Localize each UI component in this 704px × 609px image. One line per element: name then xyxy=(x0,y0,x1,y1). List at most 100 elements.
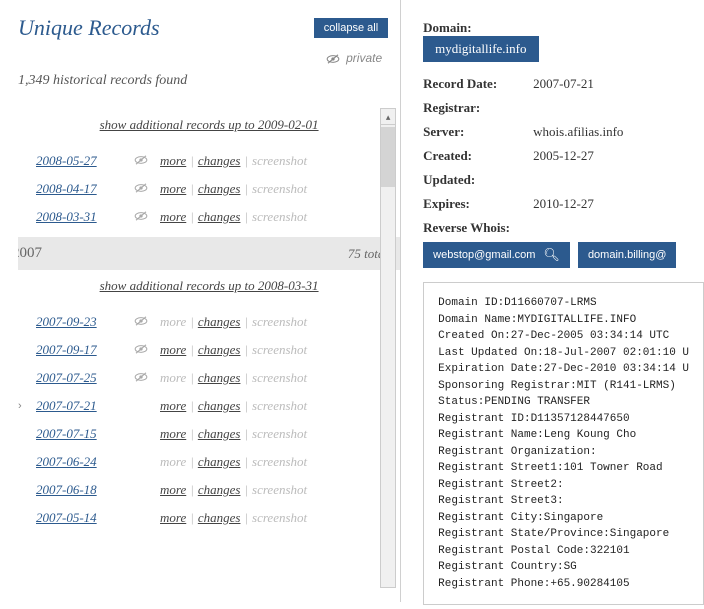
record-actions: more|changes|screenshot xyxy=(160,510,307,526)
reverse-whois-button[interactable]: webstop@gmail.com 🔍︎ xyxy=(423,242,570,268)
record-date-link[interactable]: 2007-07-21 xyxy=(36,398,126,414)
records-panel: Unique Records collapse all private 1,34… xyxy=(0,0,401,602)
screenshot-link: screenshot xyxy=(252,398,307,413)
more-link[interactable]: more xyxy=(160,153,186,168)
record-row: 2007-06-24 more|changes|screenshot xyxy=(18,448,400,476)
record-date-link[interactable]: 2007-09-23 xyxy=(36,314,126,330)
more-link[interactable]: more xyxy=(160,426,186,441)
record-row: 2007-09-23 more|changes|screenshot xyxy=(18,308,400,336)
privacy-icon-col xyxy=(134,371,152,385)
field-label: Record Date: xyxy=(423,76,533,92)
detail-panel: Domain: mydigitallife.info Record Date:2… xyxy=(401,0,704,602)
record-date-link[interactable]: 2007-07-15 xyxy=(36,426,126,442)
scroll-thumb[interactable] xyxy=(381,127,395,187)
changes-link[interactable]: changes xyxy=(198,398,241,413)
privacy-icon-col xyxy=(134,182,152,196)
screenshot-link: screenshot xyxy=(252,342,307,357)
more-link[interactable]: more xyxy=(160,398,186,413)
screenshot-link: screenshot xyxy=(252,454,307,469)
eye-slash-icon xyxy=(134,343,148,353)
record-date-link[interactable]: 2008-04-17 xyxy=(36,181,126,197)
field-label: Server: xyxy=(423,124,533,140)
scroll-up-button[interactable]: ▴ xyxy=(381,109,395,125)
more-link[interactable]: more xyxy=(160,510,186,525)
changes-link[interactable]: changes xyxy=(198,426,241,441)
field-label: Updated: xyxy=(423,172,533,188)
screenshot-link: screenshot xyxy=(252,209,307,224)
record-actions: more|changes|screenshot xyxy=(160,398,307,414)
eye-slash-icon xyxy=(134,315,148,325)
record-date-link[interactable]: 2008-05-27 xyxy=(36,153,126,169)
changes-link[interactable]: changes xyxy=(198,342,241,357)
collapse-all-button[interactable]: collapse all xyxy=(314,18,388,38)
record-date-link[interactable]: 2007-06-24 xyxy=(36,454,126,470)
more-link: more xyxy=(160,314,186,329)
privacy-icon-col xyxy=(134,210,152,224)
eye-slash-icon xyxy=(134,210,148,220)
privacy-icon-col xyxy=(134,315,152,329)
record-row: 2008-05-27 more|changes|screenshot xyxy=(18,147,400,175)
record-date-link[interactable]: 2008-03-31 xyxy=(36,209,126,225)
record-date-link[interactable]: 2007-05-14 xyxy=(36,510,126,526)
detail-field: Record Date:2007-07-21 xyxy=(423,76,704,92)
record-actions: more|changes|screenshot xyxy=(160,153,307,169)
changes-link[interactable]: changes xyxy=(198,510,241,525)
show-additional-link[interactable]: show additional records up to 2009-02-01 xyxy=(18,117,400,133)
eye-slash-icon xyxy=(134,182,148,192)
changes-link[interactable]: changes xyxy=(198,209,241,224)
reverse-whois-button[interactable]: domain.billing@ xyxy=(578,242,676,268)
record-actions: more|changes|screenshot xyxy=(160,181,307,197)
private-label: private xyxy=(346,51,382,65)
record-date-link[interactable]: 2007-09-17 xyxy=(36,342,126,358)
privacy-icon-col xyxy=(134,343,152,357)
detail-field: Registrar: xyxy=(423,100,704,116)
more-link[interactable]: more xyxy=(160,209,186,224)
chevron-icon: › xyxy=(18,400,28,412)
record-row: 2007-07-15 more|changes|screenshot xyxy=(18,420,400,448)
more-link[interactable]: more xyxy=(160,181,186,196)
field-label: Created: xyxy=(423,148,533,164)
reverse-whois-label: webstop@gmail.com xyxy=(433,249,535,261)
more-link[interactable]: more xyxy=(160,482,186,497)
record-actions: more|changes|screenshot xyxy=(160,426,307,442)
eye-slash-icon xyxy=(134,154,148,164)
screenshot-link: screenshot xyxy=(252,181,307,196)
scrollbar[interactable]: ▴ xyxy=(380,108,396,588)
eye-slash-icon xyxy=(326,53,340,63)
field-value: whois.afilias.info xyxy=(533,124,623,140)
year-divider: 2007 75 total xyxy=(18,237,400,270)
field-label: Registrar: xyxy=(423,100,533,116)
more-link: more xyxy=(160,454,186,469)
changes-link[interactable]: changes xyxy=(198,482,241,497)
screenshot-link: screenshot xyxy=(252,510,307,525)
changes-link[interactable]: changes xyxy=(198,181,241,196)
page-title: Unique Records xyxy=(18,15,160,41)
record-actions: more|changes|screenshot xyxy=(160,370,307,386)
show-additional-link[interactable]: show additional records up to 2008-03-31 xyxy=(18,278,400,294)
domain-tag[interactable]: mydigitallife.info xyxy=(423,36,538,62)
record-row: 2007-07-25 more|changes|screenshot xyxy=(18,364,400,392)
record-actions: more|changes|screenshot xyxy=(160,482,307,498)
record-date-link[interactable]: 2007-06-18 xyxy=(36,482,126,498)
record-actions: more|changes|screenshot xyxy=(160,454,307,470)
changes-link[interactable]: changes xyxy=(198,314,241,329)
domain-label: Domain: xyxy=(423,20,533,36)
changes-link[interactable]: changes xyxy=(198,370,241,385)
record-row: 2007-05-14 more|changes|screenshot xyxy=(18,504,400,532)
private-indicator: private xyxy=(18,51,400,65)
search-icon: 🔍︎ xyxy=(543,247,560,263)
record-row: 2007-09-17more|changes|screenshot xyxy=(18,336,400,364)
screenshot-link: screenshot xyxy=(252,482,307,497)
record-row: 2007-06-18 more|changes|screenshot xyxy=(18,476,400,504)
changes-link[interactable]: changes xyxy=(198,153,241,168)
screenshot-link: screenshot xyxy=(252,426,307,441)
record-row: 2008-04-17 more|changes|screenshot xyxy=(18,175,400,203)
record-actions: more|changes|screenshot xyxy=(160,314,307,330)
more-link[interactable]: more xyxy=(160,342,186,357)
detail-field: Expires:2010-12-27 xyxy=(423,196,704,212)
more-link: more xyxy=(160,370,186,385)
records-list: show additional records up to 2009-02-01… xyxy=(18,109,400,609)
record-date-link[interactable]: 2007-07-25 xyxy=(36,370,126,386)
record-row: 2008-03-31more|changes|screenshot xyxy=(18,203,400,231)
changes-link[interactable]: changes xyxy=(198,454,241,469)
